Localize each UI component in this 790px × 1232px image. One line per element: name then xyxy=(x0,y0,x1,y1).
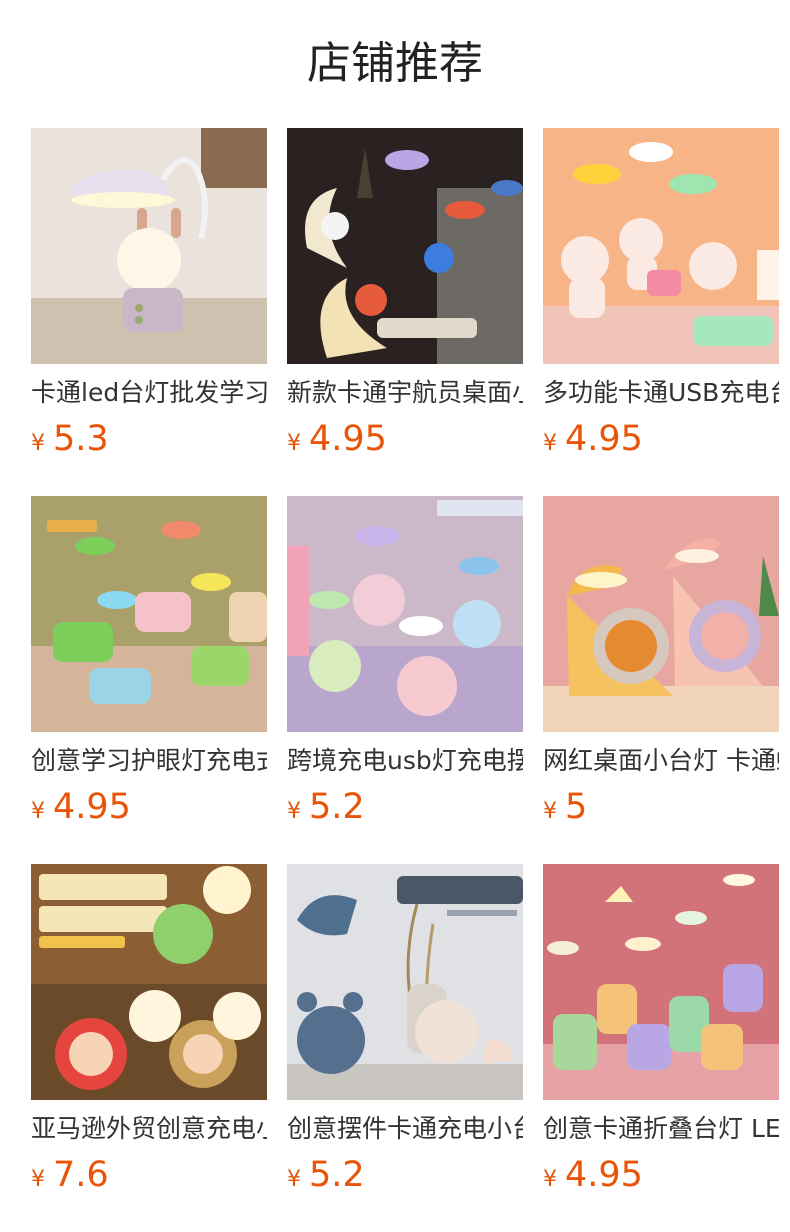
product-price: ¥4.95 xyxy=(31,784,131,830)
bear-lamp-image xyxy=(543,128,779,364)
product-card[interactable]: 跨境充电usb灯充电摆件 ¥5.2 xyxy=(287,496,523,836)
price-value: 4.95 xyxy=(53,787,131,827)
price-value: 4.95 xyxy=(309,419,387,459)
price-value: 4.95 xyxy=(565,419,643,459)
astronaut-lamp-image xyxy=(287,128,523,364)
animal-nightlight-image xyxy=(31,864,267,1100)
product-card[interactable]: 卡通led台灯批发学习护眼灯 ¥5.3 xyxy=(31,128,267,468)
section-title: 店铺推荐 xyxy=(307,38,483,89)
product-name[interactable]: 跨境充电usb灯充电摆件 xyxy=(287,744,523,778)
currency-symbol: ¥ xyxy=(543,799,557,824)
bear-deer-lamp-image xyxy=(287,864,523,1100)
currency-symbol: ¥ xyxy=(287,431,301,456)
product-name[interactable]: 新款卡通宇航员桌面小台灯 xyxy=(287,376,523,410)
currency-symbol: ¥ xyxy=(31,799,45,824)
product-card[interactable]: 网红桌面小台灯 卡通蜗牛 ¥5 xyxy=(543,496,779,836)
currency-symbol: ¥ xyxy=(287,1167,301,1192)
currency-symbol: ¥ xyxy=(543,1167,557,1192)
product-price: ¥4.95 xyxy=(287,416,387,462)
currency-symbol: ¥ xyxy=(543,431,557,456)
price-value: 7.6 xyxy=(53,1155,109,1195)
product-card[interactable]: 多功能卡通USB充电台灯 ¥4.95 xyxy=(543,128,779,468)
product-name[interactable]: 亚马逊外贸创意充电小夜灯 xyxy=(31,1112,267,1146)
product-card[interactable]: 亚马逊外贸创意充电小夜灯 ¥7.6 xyxy=(31,864,267,1204)
product-price: ¥4.95 xyxy=(543,416,643,462)
snail-lamp-image xyxy=(543,496,779,732)
price-value: 4.95 xyxy=(565,1155,643,1195)
product-price: ¥5.3 xyxy=(31,416,109,462)
currency-symbol: ¥ xyxy=(287,799,301,824)
currency-symbol: ¥ xyxy=(31,431,45,456)
currency-symbol: ¥ xyxy=(31,1167,45,1192)
product-card[interactable]: 创意摆件卡通充电小台灯 ¥5.2 xyxy=(287,864,523,1204)
product-name[interactable]: 创意摆件卡通充电小台灯 xyxy=(287,1112,523,1146)
product-price: ¥5.2 xyxy=(287,784,365,830)
product-card[interactable]: 新款卡通宇航员桌面小台灯 ¥4.95 xyxy=(287,128,523,468)
price-value: 5 xyxy=(565,787,588,827)
price-value: 5.3 xyxy=(53,419,109,459)
price-value: 5.2 xyxy=(309,787,365,827)
folding-lamp-image xyxy=(543,864,779,1100)
rabbit-lamp-image xyxy=(31,128,267,364)
product-price: ¥5.2 xyxy=(287,1152,365,1198)
product-name[interactable]: 创意学习护眼灯充电式 xyxy=(31,744,267,778)
product-name[interactable]: 网红桌面小台灯 卡通蜗牛 xyxy=(543,744,779,778)
product-price: ¥4.95 xyxy=(543,1152,643,1198)
product-card[interactable]: 创意卡通折叠台灯 LED ¥4.95 xyxy=(543,864,779,1204)
product-price: ¥7.6 xyxy=(31,1152,109,1198)
train-lamp-image xyxy=(31,496,267,732)
product-name[interactable]: 多功能卡通USB充电台灯 xyxy=(543,376,779,410)
product-name[interactable]: 卡通led台灯批发学习护眼灯 xyxy=(31,376,267,410)
price-value: 5.2 xyxy=(309,1155,365,1195)
product-name[interactable]: 创意卡通折叠台灯 LED xyxy=(543,1112,779,1146)
spaceman-lamp-image xyxy=(287,496,523,732)
product-price: ¥5 xyxy=(543,784,587,830)
product-card[interactable]: 创意学习护眼灯充电式 ¥4.95 xyxy=(31,496,267,836)
